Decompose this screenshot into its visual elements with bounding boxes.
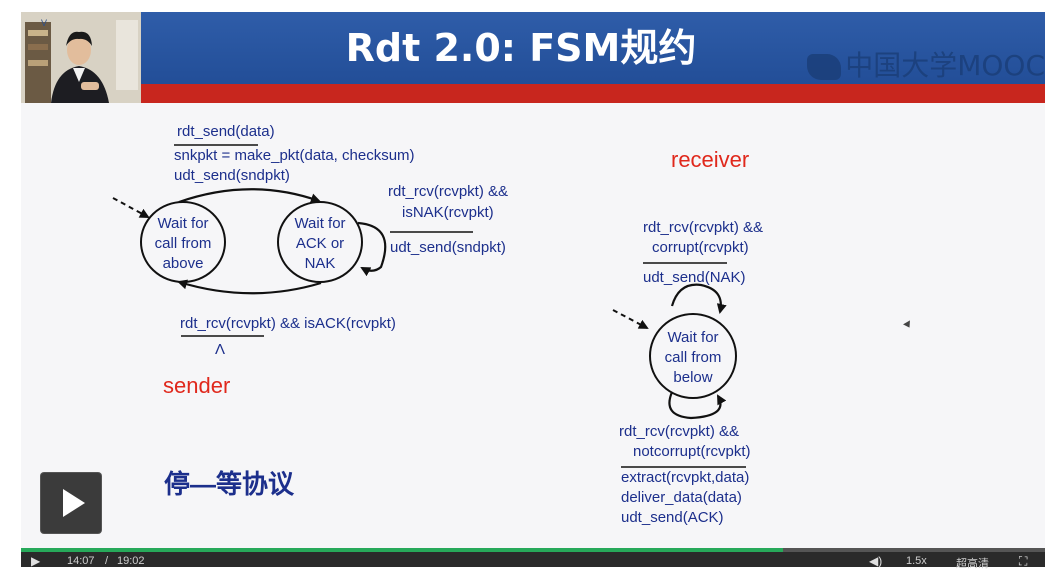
receiver-bottom-event: rdt_rcv(rcvpkt) && [619, 423, 739, 440]
receiver-top-event: corrupt(rcvpkt) [652, 239, 749, 256]
receiver-self-loop-corrupt [670, 283, 727, 314]
receiver-state-label: call from [665, 349, 722, 366]
sender-state-label: ACK or [296, 235, 344, 252]
receiver-state-label: below [673, 369, 712, 386]
receiver-bottom-action: udt_send(ACK) [621, 509, 724, 526]
receiver-bottom-event: notcorrupt(rcvpkt) [633, 443, 751, 460]
sender-state-label: call from [155, 235, 212, 252]
fsm-diagram: rdt_send(data) snkpkt = make_pkt(data, c… [112, 123, 763, 526]
progress-fill [21, 548, 783, 552]
sender-top-event: rdt_send(data) [177, 123, 275, 140]
sender-state-label: Wait for [294, 215, 345, 232]
quality-button[interactable]: 超高清 [956, 555, 989, 571]
time-separator: / [105, 555, 109, 567]
slide: V Rdt 2.0: FSM规约 中国大学MOOC rdt_send(data)… [21, 12, 1045, 548]
receiver-top-event: rdt_rcv(rcvpkt) && [643, 219, 763, 236]
receiver-initial-arrow [612, 309, 649, 329]
sender-bottom-action: Λ [215, 341, 225, 358]
sender-state-label: above [163, 255, 204, 272]
sender-initial-arrow [112, 197, 150, 218]
big-play-button[interactable] [41, 473, 101, 533]
sender-fsm: rdt_send(data) snkpkt = make_pkt(data, c… [112, 123, 508, 499]
receiver-bottom-action: deliver_data(data) [621, 489, 742, 506]
receiver-state-label: Wait for [667, 329, 718, 346]
current-time: 14:07 [67, 555, 95, 567]
volume-icon[interactable]: ◀) [869, 554, 882, 568]
progress-track[interactable] [21, 548, 1045, 552]
stop-and-wait-note: 停—等协议 [164, 469, 295, 499]
sender-transition-ack [177, 279, 322, 295]
receiver-top-action: udt_send(NAK) [643, 269, 746, 286]
sender-self-action: udt_send(sndpkt) [390, 239, 506, 256]
sender-bottom-event: rdt_rcv(rcvpkt) && isACK(rcvpkt) [180, 315, 396, 332]
play-icon[interactable]: ▶ [31, 554, 40, 568]
sender-label: sender [163, 373, 230, 398]
sender-self-event: isNAK(rcvpkt) [402, 204, 494, 221]
speed-button[interactable]: 1.5x [906, 555, 927, 567]
receiver-bottom-action: extract(rcvpkt,data) [621, 469, 749, 486]
video-control-bar: ▶ 14:07 / 19:02 ◀) 1.5x 超高清 ⛶ [21, 548, 1045, 570]
sender-transition-send [178, 188, 321, 204]
sender-state-label: Wait for [157, 215, 208, 232]
sender-state-label: NAK [305, 255, 336, 272]
duration: 19:02 [117, 555, 145, 567]
sender-self-event: rdt_rcv(rcvpkt) && [388, 183, 508, 200]
sender-top-action: udt_send(sndpkt) [174, 167, 290, 184]
receiver-label: receiver [671, 147, 749, 172]
sender-top-action: snkpkt = make_pkt(data, checksum) [174, 147, 415, 164]
receiver-fsm: receiver rdt_rcv(rcvpkt) && corrupt(rcvp… [612, 147, 763, 526]
